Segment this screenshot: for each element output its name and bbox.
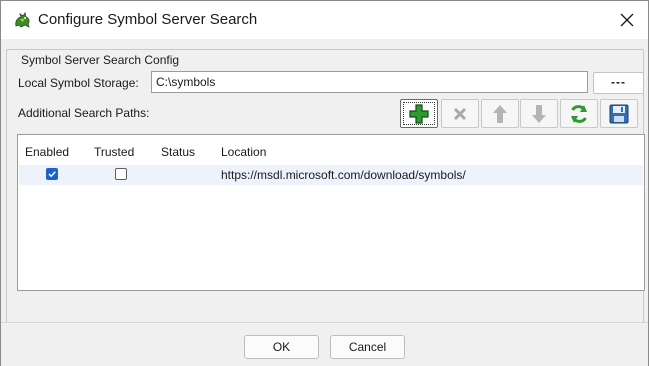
local-storage-label: Local Symbol Storage: <box>18 76 139 90</box>
search-paths-table[interactable]: Enabled Trusted Status Location https://… <box>17 134 645 291</box>
checkmark-icon <box>48 171 56 178</box>
remove-path-button[interactable] <box>441 99 479 128</box>
save-button[interactable] <box>600 99 638 128</box>
group-title: Symbol Server Search Config <box>19 53 182 67</box>
move-down-button[interactable] <box>520 99 558 128</box>
enabled-checkbox[interactable] <box>46 168 58 180</box>
column-header-trusted[interactable]: Trusted <box>94 145 134 159</box>
table-row[interactable]: https://msdl.microsoft.com/download/symb… <box>19 165 643 185</box>
arrow-up-icon <box>493 104 507 123</box>
column-header-enabled[interactable]: Enabled <box>25 145 69 159</box>
column-header-location[interactable]: Location <box>221 145 266 159</box>
local-storage-input[interactable]: C:\symbols <box>151 71 588 93</box>
location-cell[interactable]: https://msdl.microsoft.com/download/symb… <box>221 168 466 182</box>
move-up-button[interactable] <box>481 99 519 128</box>
add-path-button[interactable] <box>400 99 438 128</box>
dialog-window: Configure Symbol Server Search Symbol Se… <box>0 0 649 366</box>
config-groupbox: Symbol Server Search Config Local Symbol… <box>6 49 645 326</box>
trusted-checkbox[interactable] <box>115 168 127 180</box>
refresh-icon <box>571 104 587 123</box>
dialog-footer: OK Cancel <box>1 322 648 366</box>
red-x-icon <box>453 107 467 120</box>
green-plus-icon <box>409 103 429 124</box>
arrow-down-icon <box>532 104 546 123</box>
column-header-status[interactable]: Status <box>161 145 195 159</box>
close-icon <box>620 13 634 27</box>
dialog-content: Symbol Server Search Config Local Symbol… <box>1 39 648 326</box>
dragon-app-icon <box>12 10 32 30</box>
additional-paths-label: Additional Search Paths: <box>18 106 150 120</box>
floppy-disk-icon <box>609 104 629 123</box>
window-title: Configure Symbol Server Search <box>38 11 258 28</box>
ok-button[interactable]: OK <box>244 335 319 359</box>
refresh-button[interactable] <box>560 99 598 128</box>
title-bar: Configure Symbol Server Search <box>1 1 648 39</box>
cancel-button[interactable]: Cancel <box>330 335 405 359</box>
browse-button[interactable]: --- <box>593 72 644 94</box>
close-button[interactable] <box>614 7 640 33</box>
